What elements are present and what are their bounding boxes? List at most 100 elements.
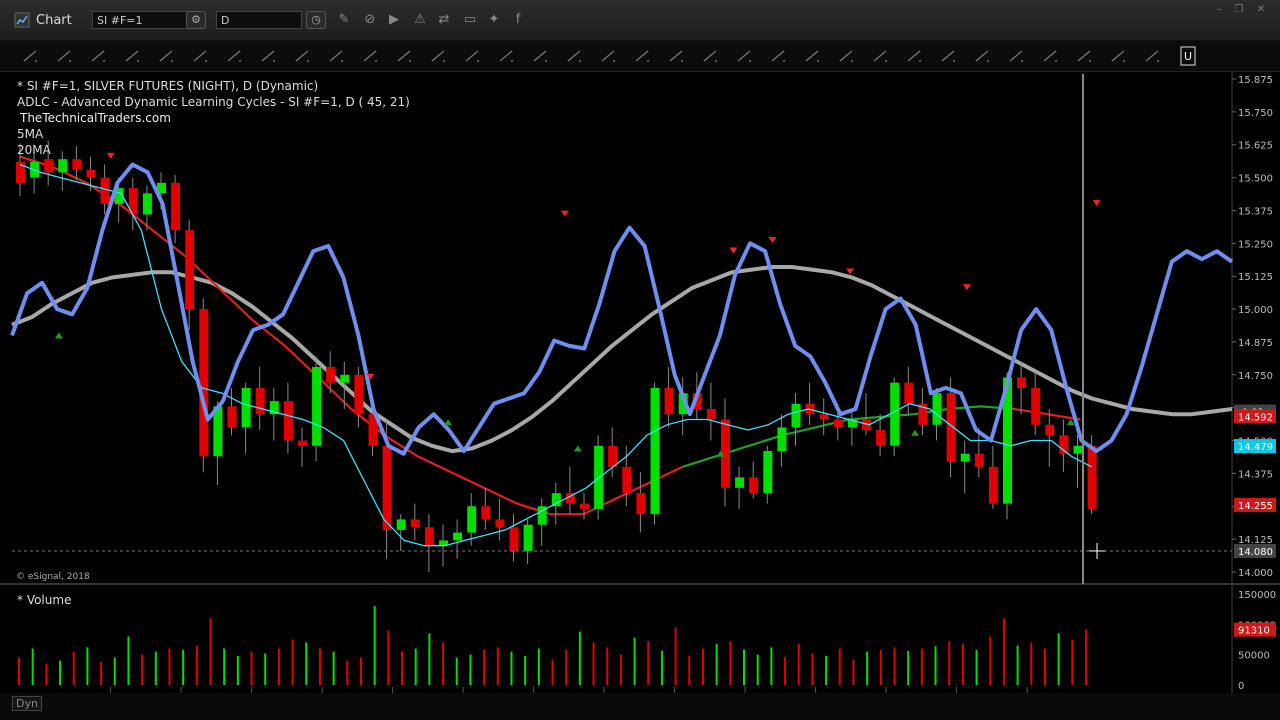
- candle-body: [396, 519, 406, 530]
- tool-grid-lines-icon[interactable]: [566, 49, 582, 63]
- minimize-icon[interactable]: –: [1212, 4, 1226, 16]
- cycle-top-marker: [962, 284, 971, 291]
- tool-angle-icon[interactable]: [804, 49, 820, 63]
- svg-text:U: U: [1184, 50, 1192, 63]
- cycle-top-marker: [106, 152, 115, 159]
- volume-pane-label: * Volume: [17, 593, 71, 607]
- tool-keyboard-icon[interactable]: [1110, 49, 1126, 63]
- cycle-bottom-marker: [911, 429, 920, 436]
- candle-body: [171, 182, 181, 231]
- volume-bar: [31, 648, 34, 685]
- volume-bar: [72, 651, 75, 685]
- dyn-tab[interactable]: Dyn: [12, 696, 42, 711]
- volume-bar: [18, 657, 20, 685]
- tool-tf-icon[interactable]: [940, 49, 956, 63]
- tool-cycle-icon[interactable]: [464, 49, 480, 63]
- price-tick-label: 15.250: [1238, 239, 1273, 250]
- tool-eraser-icon[interactable]: [1076, 49, 1092, 63]
- volume-bar: [1071, 639, 1074, 685]
- tool-back-icon[interactable]: [838, 49, 854, 63]
- candle-body: [706, 408, 716, 420]
- price-tick-label: 15.875: [1238, 75, 1273, 86]
- tool-zigzag-icon[interactable]: [124, 49, 140, 63]
- play-icon[interactable]: ▶: [386, 12, 402, 28]
- tool-speed-icon[interactable]: [600, 49, 616, 63]
- volume-bar: [442, 642, 445, 685]
- link-icon[interactable]: ⊘: [362, 12, 378, 28]
- volume-bar: [989, 636, 992, 685]
- tool-fill-icon[interactable]: [328, 49, 344, 63]
- tool-vline-icon[interactable]: [90, 49, 106, 63]
- tool-magnet-icon[interactable]: [1144, 49, 1160, 63]
- candles: [16, 140, 1097, 572]
- candle-body: [326, 366, 336, 383]
- price-badge-label: 14.255: [1238, 501, 1273, 512]
- candle-body: [791, 403, 801, 428]
- symbol-input[interactable]: SI #F=1: [92, 11, 188, 29]
- tool-fib-fan-icon[interactable]: [498, 49, 514, 63]
- close-icon[interactable]: ✕: [1254, 4, 1268, 16]
- tool-arrow-up-icon[interactable]: [702, 49, 718, 63]
- monitor-icon[interactable]: ▭: [462, 12, 478, 28]
- volume-bar: [373, 606, 376, 685]
- volume-bar: [660, 651, 663, 685]
- volume-bar: [141, 654, 144, 685]
- tool-regression-icon[interactable]: [634, 49, 650, 63]
- interval-input[interactable]: D: [216, 11, 302, 29]
- tool-hbar-icon[interactable]: [770, 49, 786, 63]
- tool-rect-icon[interactable]: [294, 49, 310, 63]
- alert-icon[interactable]: ⚠: [412, 12, 428, 28]
- tool-layers-icon[interactable]: [906, 49, 922, 63]
- restore-icon[interactable]: ❐: [1232, 4, 1246, 16]
- price-tick-label: 15.625: [1238, 141, 1273, 152]
- tool-fib-ext-icon[interactable]: [532, 49, 548, 63]
- tool-channel-icon[interactable]: [396, 49, 412, 63]
- volume-bar: [524, 655, 527, 685]
- symbol-lookup-button[interactable]: ⚙: [186, 11, 206, 29]
- price-tick-label: 14.750: [1238, 371, 1273, 382]
- candle-body: [1087, 445, 1097, 509]
- tool-gann-icon[interactable]: [226, 49, 242, 63]
- volume-bar: [551, 659, 554, 685]
- twitter-icon[interactable]: ✦: [486, 12, 502, 28]
- price-tick-label: 15.750: [1238, 108, 1273, 119]
- tool-pti-icon[interactable]: [1008, 49, 1024, 63]
- volume-bar: [879, 649, 882, 685]
- price-tick-label: 15.375: [1238, 206, 1273, 217]
- chart-area[interactable]: 15.875 15.750 15.625 15.500 15.375 15.250 15.1…: [0, 72, 1280, 693]
- grid: [0, 72, 1280, 693]
- window-titlebar: Chart SI #F=1 ⚙ D ◷ ✎ ⊘ ▶ ⚠ ⇄ ▭ ✦ f – ❐ …: [0, 0, 1280, 41]
- volume-bar: [1030, 642, 1033, 685]
- candle-body: [1045, 424, 1055, 436]
- volume-bar: [332, 651, 335, 685]
- volume-bar: [537, 648, 540, 685]
- tool-alerts-icon[interactable]: [1042, 49, 1058, 63]
- volume-bar: [305, 642, 308, 685]
- candle-body: [241, 387, 251, 428]
- pencil-icon[interactable]: ✎: [336, 12, 352, 28]
- tool-table-icon[interactable]: [872, 49, 888, 63]
- tool-triangle-icon[interactable]: [362, 49, 378, 63]
- lock-drawings-icon[interactable]: U: [1180, 46, 1196, 66]
- volume-bar: [893, 647, 896, 685]
- candle-body: [185, 230, 195, 310]
- candle-body: [255, 387, 265, 415]
- volume-bar: [1085, 629, 1087, 685]
- tool-ellipse-icon[interactable]: [260, 49, 276, 63]
- tool-fib-icon[interactable]: [192, 49, 208, 63]
- tool-text-icon[interactable]: [668, 49, 684, 63]
- tool-arrow-down-icon[interactable]: [736, 49, 752, 63]
- tool-measure-icon[interactable]: [430, 49, 446, 63]
- tool-hline-icon[interactable]: [56, 49, 72, 63]
- volume-bar: [318, 648, 321, 685]
- volume-bar: [619, 654, 622, 685]
- share-icon[interactable]: ⇄: [436, 12, 452, 28]
- facebook-icon[interactable]: f: [510, 12, 526, 28]
- tool-pitchfork-icon[interactable]: [158, 49, 174, 63]
- volume-bar: [701, 648, 704, 685]
- tool-line-icon[interactable]: [22, 49, 38, 63]
- tool-mob-icon[interactable]: [974, 49, 990, 63]
- candle-body: [453, 532, 463, 541]
- volume-bar: [920, 648, 923, 685]
- history-clock-button[interactable]: ◷: [306, 11, 326, 29]
